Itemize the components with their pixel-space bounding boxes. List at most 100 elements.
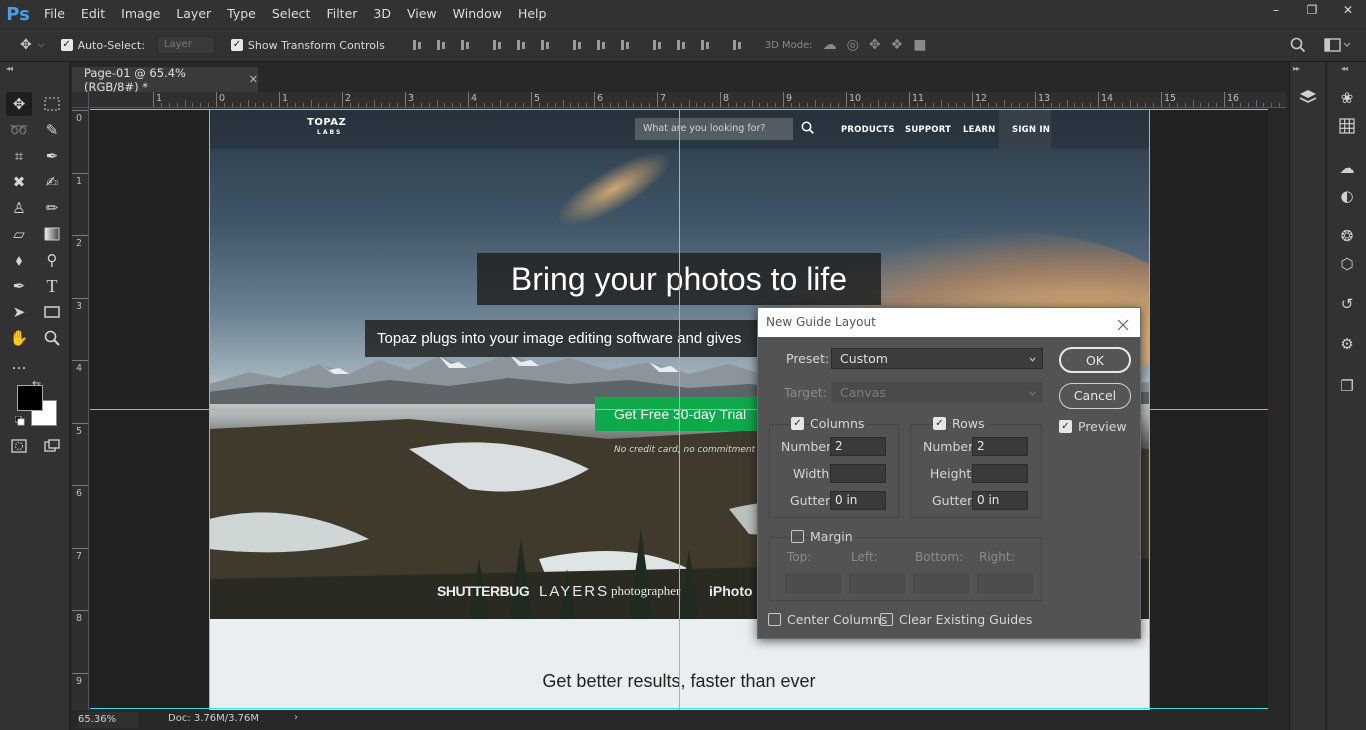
type-tool-icon[interactable]: T — [39, 274, 65, 298]
nav-learn[interactable]: LEARN — [963, 125, 995, 135]
menu-type[interactable]: Type — [219, 0, 264, 28]
history-brush-tool-icon[interactable]: ✏ — [39, 196, 65, 220]
ok-button[interactable]: OK — [1059, 347, 1131, 373]
columns-width-input[interactable] — [830, 464, 886, 483]
distribute-right-icon[interactable] — [699, 39, 711, 51]
properties-panel-icon[interactable]: ⚙ — [1336, 333, 1358, 355]
libraries-panel-icon[interactable]: ☁ — [1336, 157, 1358, 179]
brush-tool-icon[interactable]: ✍ — [39, 170, 65, 194]
site-search-input[interactable]: What are you looking for? — [635, 118, 793, 140]
quick-select-tool-icon[interactable]: ✎ — [39, 118, 65, 142]
character-panel-icon[interactable]: ❐ — [1336, 375, 1358, 397]
workspace-icon[interactable] — [1324, 38, 1351, 56]
guide-horizontal-bottom[interactable] — [90, 708, 1268, 709]
lasso-tool-icon[interactable]: ➿ — [6, 118, 32, 142]
zoom-level-field[interactable]: 65.36% — [78, 712, 138, 728]
columns-number-input[interactable]: 2 — [830, 437, 886, 456]
columns-checkbox[interactable]: ✓ — [791, 417, 804, 430]
margin-left-input[interactable] — [849, 574, 905, 593]
collapse-right-dock-icon[interactable]: ◂◂ — [1341, 64, 1348, 73]
preview-checkbox[interactable]: ✓ — [1059, 420, 1072, 433]
distribute-hcenter-icon[interactable] — [675, 39, 687, 51]
distribute-bottom-icon[interactable] — [619, 39, 631, 51]
margin-top-input[interactable] — [785, 574, 841, 593]
vertical-ruler[interactable]: 0 1 2 3 4 5 6 7 8 9 — [72, 108, 89, 710]
ruler-origin[interactable] — [72, 92, 89, 108]
clear-guides-checkbox[interactable] — [880, 613, 893, 626]
eyedropper-tool-icon[interactable]: ✒ — [39, 144, 65, 168]
3d-roll-icon[interactable]: ◎ — [847, 37, 859, 53]
paths-panel-icon[interactable]: ⬡ — [1336, 253, 1358, 275]
collapse-tools-icon[interactable]: ◂◂ — [6, 64, 13, 73]
swatches-panel-icon[interactable] — [1336, 115, 1358, 137]
distribute-vcenter-icon[interactable] — [595, 39, 607, 51]
document-tab[interactable]: Page-01 @ 65.4% (RGB/8#) * ✕ — [72, 66, 258, 94]
zoom-tool-icon[interactable] — [39, 326, 65, 350]
foreground-color-swatch[interactable] — [17, 385, 43, 411]
rectangle-tool-icon[interactable] — [39, 300, 65, 324]
screen-mode-icon[interactable] — [39, 434, 65, 458]
distribute-left-icon[interactable] — [651, 39, 663, 51]
topaz-logo[interactable]: TOPAZ LABS — [307, 118, 346, 138]
preset-dropdown[interactable]: Custom — [831, 348, 1043, 369]
margin-right-input[interactable] — [977, 574, 1033, 593]
dialog-title-bar[interactable]: New Guide Layout — [758, 308, 1140, 337]
show-transform-checkbox[interactable]: ✓ — [230, 39, 243, 51]
healing-brush-tool-icon[interactable]: ✖ — [6, 170, 32, 194]
rows-number-input[interactable]: 2 — [972, 437, 1028, 456]
menu-window[interactable]: Window — [445, 0, 510, 28]
align-right-icon[interactable] — [539, 39, 551, 51]
channels-panel-icon[interactable]: ❂ — [1336, 225, 1358, 247]
rows-height-input[interactable] — [972, 464, 1028, 483]
cancel-button[interactable]: Cancel — [1059, 383, 1131, 409]
nav-support[interactable]: SUPPORT — [905, 125, 951, 135]
path-selection-tool-icon[interactable]: ➤ — [6, 300, 32, 324]
move-tool-icon[interactable]: ✥ — [20, 37, 32, 53]
rows-checkbox[interactable]: ✓ — [933, 417, 946, 430]
search-icon[interactable] — [1290, 37, 1306, 57]
menu-help[interactable]: Help — [510, 0, 555, 28]
crop-tool-icon[interactable]: ⌗ — [6, 144, 32, 168]
align-hcenter-icon[interactable] — [515, 39, 527, 51]
menu-filter[interactable]: Filter — [318, 0, 365, 28]
minimize-icon[interactable]: – — [1258, 0, 1294, 20]
menu-edit[interactable]: Edit — [73, 0, 113, 28]
eraser-tool-icon[interactable]: ▱ — [6, 222, 32, 246]
menu-file[interactable]: File — [36, 0, 73, 28]
align-top-icon[interactable] — [411, 39, 423, 51]
3d-orbit-icon[interactable]: ☁ — [823, 37, 837, 53]
nav-sign-in[interactable]: SIGN IN — [1012, 125, 1050, 135]
move-tool-icon[interactable]: ✥ — [6, 92, 32, 116]
align-vcenter-icon[interactable] — [435, 39, 447, 51]
horizontal-ruler[interactable]: 1 0 1 2 3 4 5 6 7 8 9 10 11 12 13 14 15 16 — [72, 92, 1286, 108]
blur-tool-icon[interactable]: ⬧ — [6, 248, 32, 272]
more-tools-icon[interactable]: … — [6, 352, 32, 376]
rows-gutter-input[interactable]: 0 in — [972, 491, 1028, 510]
menu-view[interactable]: View — [399, 0, 445, 28]
site-search-icon[interactable] — [801, 121, 814, 134]
gradient-tool-icon[interactable] — [39, 222, 65, 246]
collapse-left-dock-icon[interactable]: ▸▸ — [1293, 64, 1300, 73]
3d-slide-icon[interactable]: ❖ — [891, 37, 904, 53]
adjustments-panel-icon[interactable]: ◐ — [1336, 185, 1358, 207]
hand-tool-icon[interactable]: ✋ — [6, 326, 32, 350]
pen-tool-icon[interactable]: ✒ — [6, 274, 32, 298]
dodge-tool-icon[interactable]: ⚲ — [39, 248, 65, 272]
auto-select-checkbox[interactable]: ✓ — [60, 39, 73, 51]
distribute-top-icon[interactable] — [571, 39, 583, 51]
3d-pan-icon[interactable]: ✥ — [869, 37, 881, 53]
3d-scale-icon[interactable]: ■ — [913, 37, 926, 53]
menu-image[interactable]: Image — [113, 0, 168, 28]
nav-products[interactable]: PRODUCTS — [841, 125, 895, 135]
margin-bottom-input[interactable] — [913, 574, 969, 593]
close-tab-icon[interactable]: ✕ — [249, 73, 258, 86]
dialog-close-icon[interactable] — [1116, 314, 1130, 331]
history-panel-icon[interactable]: ↺ — [1336, 293, 1358, 315]
restore-icon[interactable]: ❐ — [1294, 0, 1330, 20]
marquee-tool-icon[interactable] — [39, 92, 65, 116]
default-colors-icon[interactable] — [14, 415, 25, 426]
align-left-icon[interactable] — [491, 39, 503, 51]
menu-layer[interactable]: Layer — [168, 0, 219, 28]
layers-panel-icon[interactable] — [1297, 86, 1319, 108]
auto-select-dropdown[interactable]: Layer — [156, 36, 215, 54]
